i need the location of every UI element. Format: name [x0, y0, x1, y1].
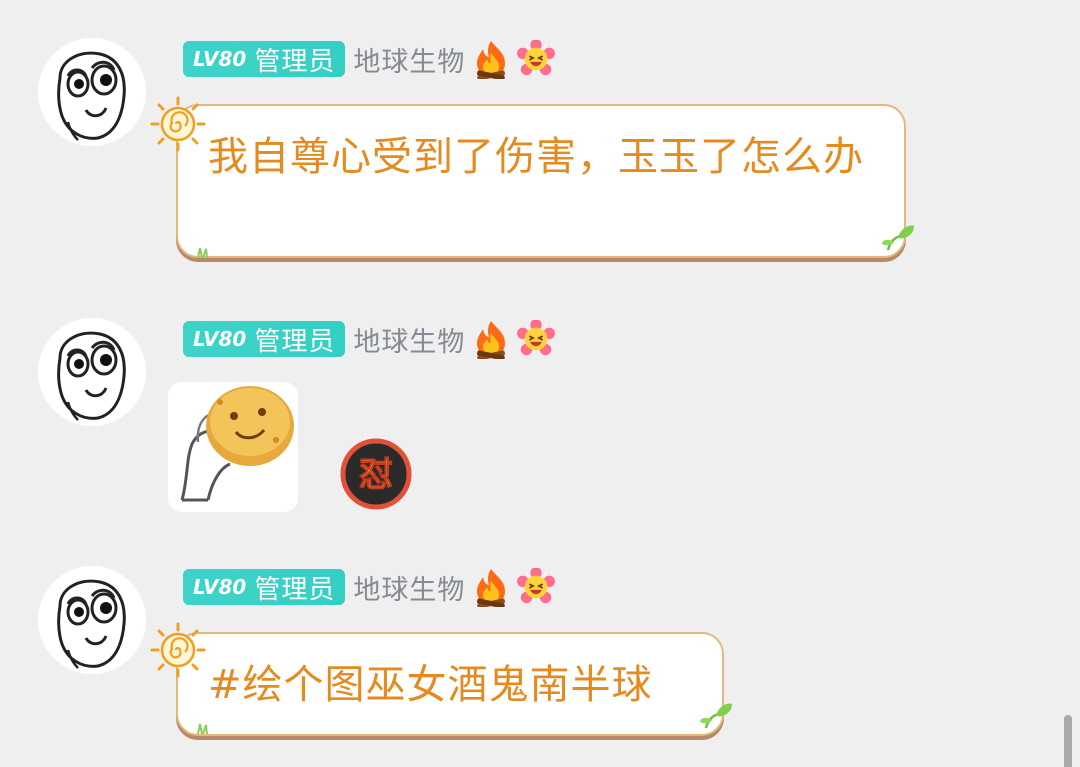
avatar[interactable] [38, 318, 146, 426]
message-text: #绘个图巫女酒鬼南半球 [208, 662, 653, 708]
fire-icon [471, 567, 511, 607]
sticker-image[interactable] [168, 382, 298, 512]
smiling-flower-icon [517, 320, 555, 358]
message-bubble[interactable]: 我自尊心受到了伤害，玉玉了怎么办 [176, 104, 906, 258]
role-label: 管理员 [254, 326, 336, 357]
message-header: LV80 管理员 地球生物 [183, 320, 555, 358]
sprout-icon [880, 222, 916, 252]
role-label: 管理员 [254, 46, 336, 77]
sender-name[interactable]: 地球生物 [353, 40, 465, 79]
sun-swirl-icon [150, 622, 206, 678]
fire-icon [471, 39, 511, 79]
level-badge: LV80 管理员 [183, 569, 346, 605]
praying-pancake-sticker-icon [168, 382, 298, 512]
reaction-label: 怼 [359, 455, 393, 495]
level-badge: LV80 管理员 [183, 41, 346, 77]
role-label: 管理员 [254, 574, 336, 605]
fire-icon [471, 319, 511, 359]
sender-name[interactable]: 地球生物 [353, 568, 465, 607]
sender-name[interactable]: 地球生物 [353, 320, 465, 359]
grass-icon [196, 722, 210, 734]
level-badge: LV80 管理员 [183, 321, 346, 357]
reaction-button[interactable]: 怼 [340, 438, 412, 510]
rage-face-avatar-icon [38, 566, 146, 674]
message-text: 我自尊心受到了伤害，玉玉了怎么办 [208, 134, 864, 180]
sprout-icon [698, 700, 734, 730]
level-label: LV80 [193, 47, 247, 71]
reaction-dui-icon: 怼 [340, 438, 412, 510]
message-header: LV80 管理员 地球生物 [183, 40, 555, 78]
smiling-flower-icon [517, 40, 555, 78]
message-bubble[interactable]: #绘个图巫女酒鬼南半球 [176, 632, 724, 736]
chat-window: LV80 管理员 地球生物 我自尊心受到了伤害，玉玉了怎么办 LV80 管理员 … [0, 0, 1080, 767]
rage-face-avatar-icon [38, 38, 146, 146]
grass-icon [196, 246, 210, 258]
avatar[interactable] [38, 38, 146, 146]
rage-face-avatar-icon [38, 318, 146, 426]
scrollbar[interactable] [1064, 715, 1072, 767]
level-label: LV80 [193, 327, 247, 351]
sun-swirl-icon [150, 96, 206, 152]
level-label: LV80 [193, 575, 247, 599]
smiling-flower-icon [517, 568, 555, 606]
avatar[interactable] [38, 566, 146, 674]
message-header: LV80 管理员 地球生物 [183, 568, 555, 606]
